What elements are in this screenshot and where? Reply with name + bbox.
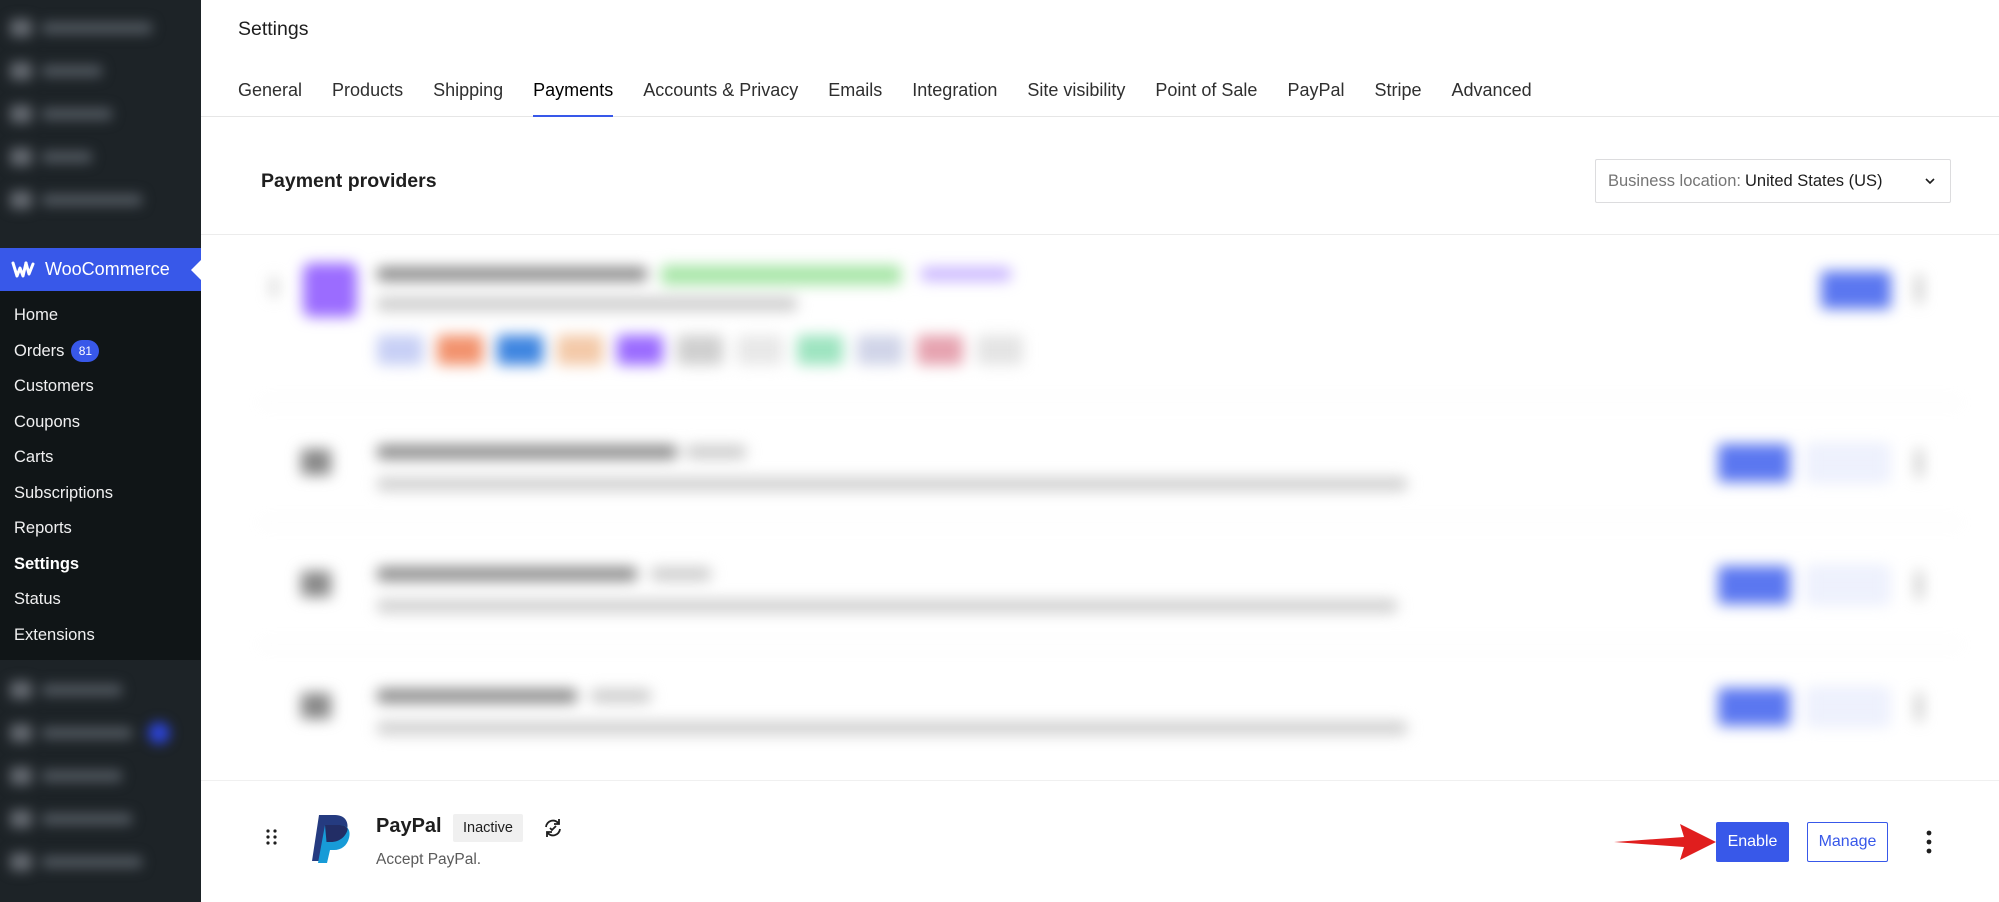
paypal-logo-icon xyxy=(312,815,350,863)
more-vertical-icon[interactable] xyxy=(1917,826,1941,858)
admin-sidebar: WooCommerce Home Orders 81 Customers Coup… xyxy=(0,0,201,902)
tab-payments[interactable]: Payments xyxy=(533,73,614,117)
tab-shipping[interactable]: Shipping xyxy=(433,73,503,117)
provider-name: PayPal xyxy=(376,815,442,837)
tab-emails[interactable]: Emails xyxy=(828,73,882,117)
current-menu-notch xyxy=(191,260,201,280)
sidebar-blurred-bottom xyxy=(0,662,201,883)
page-title: Settings xyxy=(238,18,309,40)
sidebar-item-label: Carts xyxy=(14,448,54,467)
sidebar-item-label: Extensions xyxy=(14,625,95,644)
blurred-provider-list xyxy=(201,235,1999,780)
sidebar-item-subscriptions[interactable]: Subscriptions xyxy=(0,476,201,512)
tab-site-visibility[interactable]: Site visibility xyxy=(1027,73,1125,117)
manage-button[interactable]: Manage xyxy=(1807,822,1888,862)
sidebar-item-extensions[interactable]: Extensions xyxy=(0,618,201,654)
location-value: United States (US) xyxy=(1745,171,1883,190)
sidebar-item-label: Status xyxy=(14,590,61,609)
tab-general[interactable]: General xyxy=(238,73,302,117)
sidebar-item-carts[interactable]: Carts xyxy=(0,440,201,476)
sync-icon[interactable] xyxy=(541,816,565,840)
sidebar-blurred-top xyxy=(0,0,201,221)
tab-integration[interactable]: Integration xyxy=(912,73,997,117)
sidebar-item-label: Settings xyxy=(14,554,80,573)
sidebar-item-settings[interactable]: Settings xyxy=(0,547,201,583)
sidebar-item-orders[interactable]: Orders 81 xyxy=(0,334,201,370)
sidebar-item-label: Customers xyxy=(14,377,94,396)
sidebar-item-woocommerce[interactable]: WooCommerce xyxy=(0,248,201,291)
woocommerce-submenu: Home Orders 81 Customers Coupons Carts Su… xyxy=(0,291,201,660)
tab-advanced[interactable]: Advanced xyxy=(1452,73,1532,117)
location-label: Business location: xyxy=(1608,171,1741,190)
sidebar-item-home[interactable]: Home xyxy=(0,298,201,334)
tab-paypal[interactable]: PayPal xyxy=(1287,73,1344,117)
section-title: Payment providers xyxy=(261,170,437,192)
payments-main: Payment providers Business location: Uni… xyxy=(201,118,1999,902)
sidebar-item-label: Home xyxy=(14,306,59,325)
tab-products[interactable]: Products xyxy=(332,73,403,117)
settings-header: Settings General Products Shipping Payme… xyxy=(201,0,1999,117)
tab-stripe[interactable]: Stripe xyxy=(1375,73,1422,117)
drag-handle-icon[interactable] xyxy=(265,828,279,848)
tab-accounts-privacy[interactable]: Accounts & Privacy xyxy=(643,73,798,117)
sidebar-item-status[interactable]: Status xyxy=(0,582,201,618)
business-location-select[interactable]: Business location: United States (US) xyxy=(1595,159,1951,203)
chevron-down-icon xyxy=(1925,178,1935,185)
sidebar-item-reports[interactable]: Reports xyxy=(0,511,201,547)
annotation-arrow xyxy=(1614,824,1716,860)
sidebar-item-label: Reports xyxy=(14,519,72,538)
sidebar-item-label: Coupons xyxy=(14,412,81,431)
sidebar-item-coupons[interactable]: Coupons xyxy=(0,405,201,441)
sidebar-item-customers[interactable]: Customers xyxy=(0,369,201,405)
enable-button[interactable]: Enable xyxy=(1716,822,1789,862)
provider-description: Accept PayPal. xyxy=(376,851,482,868)
sidebar-section-title: WooCommerce xyxy=(45,259,170,279)
sidebar-item-label: Orders xyxy=(14,341,65,360)
sidebar-item-label: Subscriptions xyxy=(14,483,114,502)
status-badge: Inactive xyxy=(453,814,523,842)
settings-tabs: General Products Shipping Payments Accou… xyxy=(238,73,1532,117)
tab-point-of-sale[interactable]: Point of Sale xyxy=(1155,73,1257,117)
woocommerce-logo-icon xyxy=(11,261,35,277)
orders-count-badge: 81 xyxy=(71,340,100,363)
